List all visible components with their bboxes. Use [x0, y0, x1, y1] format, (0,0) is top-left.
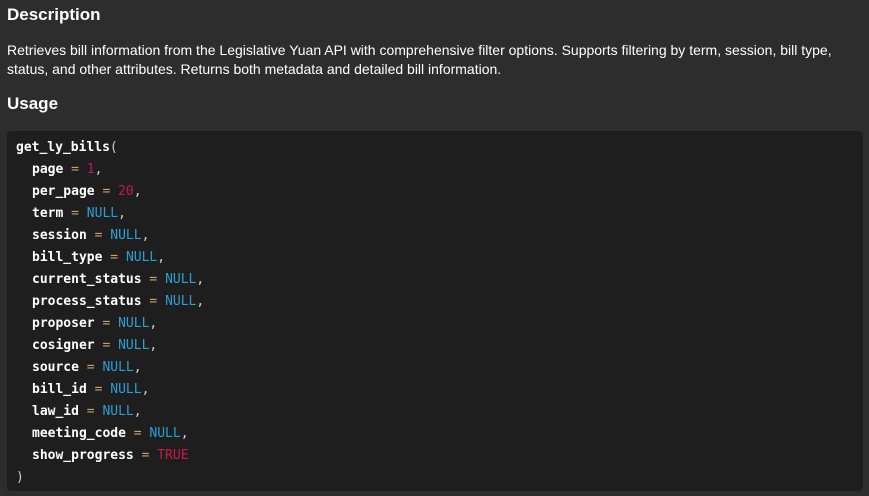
argument-name: bill_id	[32, 382, 87, 397]
code-line-signature: get_ly_bills(	[16, 137, 863, 159]
equals-operator: =	[133, 426, 142, 441]
code-line-argument: session = NULL,	[16, 225, 863, 247]
argument-value: NULL	[86, 206, 119, 221]
equals-operator: =	[94, 228, 103, 243]
code-line-close: )	[16, 467, 863, 489]
argument-value: NULL	[110, 228, 142, 243]
code-line-argument: current_status = NULL,	[16, 269, 863, 291]
code-line-argument: show_progress = TRUE	[16, 445, 863, 467]
equals-operator: =	[102, 338, 111, 353]
help-page: Description Retrieves bill information f…	[0, 0, 869, 496]
argument-name: session	[32, 228, 87, 243]
comma: ,	[180, 426, 189, 441]
argument-value: TRUE	[157, 448, 189, 463]
equals-operator: =	[86, 360, 95, 375]
argument-value: NULL	[110, 382, 142, 397]
description-text: Retrieves bill information from the Legi…	[7, 42, 832, 77]
equals-operator: =	[149, 272, 158, 287]
code-line-argument: proposer = NULL,	[16, 313, 863, 335]
argument-value: NULL	[125, 250, 158, 265]
argument-name: proposer	[32, 316, 95, 331]
equals-operator: =	[102, 316, 111, 331]
equals-operator: =	[86, 404, 95, 419]
argument-value: NULL	[149, 426, 181, 441]
equals-operator: =	[71, 162, 79, 177]
comma: ,	[141, 228, 150, 243]
comma: ,	[133, 404, 142, 419]
comma: ,	[118, 206, 126, 221]
code-line-argument: source = NULL,	[16, 357, 863, 379]
argument-name: meeting_code	[32, 426, 126, 441]
argument-value: 20	[118, 184, 134, 199]
code-line-argument: bill_type = NULL,	[16, 247, 863, 269]
comma: ,	[149, 316, 158, 331]
code-line-argument: cosigner = NULL,	[16, 335, 863, 357]
comma: ,	[141, 382, 150, 397]
argument-name: cosigner	[32, 338, 95, 353]
comma: ,	[196, 294, 205, 309]
argument-value: NULL	[165, 272, 197, 287]
code-line-argument: bill_id = NULL,	[16, 379, 863, 401]
code-line-argument: process_status = NULL,	[16, 291, 863, 313]
close-paren: )	[16, 470, 24, 485]
equals-operator: =	[94, 382, 103, 397]
code-line-argument: term = NULL,	[16, 203, 863, 225]
equals-operator: =	[141, 448, 150, 463]
argument-name: term	[32, 206, 64, 221]
argument-name: bill_type	[32, 250, 103, 265]
argument-list: page = 1, per_page = 20, term = NULL, sessi…	[16, 159, 863, 467]
code-line-argument: page = 1,	[16, 159, 863, 181]
comma: ,	[149, 338, 158, 353]
equals-operator: =	[149, 294, 158, 309]
comma: ,	[133, 184, 142, 199]
comma: ,	[196, 272, 205, 287]
argument-value: NULL	[102, 360, 134, 375]
argument-name: per_page	[32, 184, 95, 199]
argument-name: process_status	[32, 294, 142, 309]
argument-value: 1	[86, 162, 95, 177]
argument-value: NULL	[118, 316, 150, 331]
equals-operator: =	[71, 206, 79, 221]
comma: ,	[157, 250, 166, 265]
argument-name: page	[32, 162, 64, 177]
description-heading: Description	[7, 5, 101, 24]
equals-operator: =	[102, 184, 111, 199]
open-paren: (	[109, 140, 118, 155]
argument-value: NULL	[102, 404, 134, 419]
comma: ,	[94, 162, 103, 177]
code-line-argument: law_id = NULL,	[16, 401, 863, 423]
argument-value: NULL	[118, 338, 150, 353]
function-name: get_ly_bills	[16, 140, 110, 155]
argument-name: current_status	[32, 272, 142, 287]
argument-name: source	[32, 360, 79, 375]
argument-value: NULL	[165, 294, 197, 309]
code-line-argument: meeting_code = NULL,	[16, 423, 863, 445]
usage-code-block: get_ly_bills( page = 1, per_page = 20, ter…	[7, 131, 863, 491]
usage-heading: Usage	[7, 94, 59, 113]
code-line-argument: per_page = 20,	[16, 181, 863, 203]
comma: ,	[133, 360, 142, 375]
argument-name: show_progress	[32, 448, 134, 463]
argument-name: law_id	[32, 404, 79, 419]
equals-operator: =	[110, 250, 119, 265]
